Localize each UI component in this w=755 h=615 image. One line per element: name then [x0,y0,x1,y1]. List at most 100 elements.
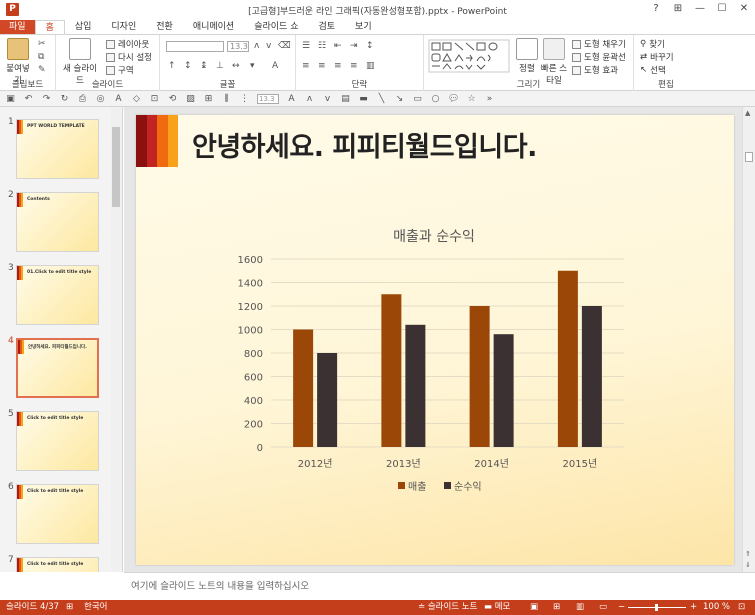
italic-icon[interactable]: ↕ [184,61,192,71]
zoom-slider-thumb[interactable] [655,604,658,611]
align-icon[interactable]: ⫼ [221,94,232,104]
next-slide-icon[interactable]: ⇓ [745,561,751,569]
layout-button[interactable]: 레이아웃 [106,38,149,50]
slide-thumbnail-3[interactable]: 01.Click to edit title style [16,265,99,325]
slide-scrollbar[interactable]: ▲ ⇑ ⇓ [742,107,755,572]
print-icon[interactable]: ⎙ [77,94,88,104]
copy-icon[interactable]: ⧉ [38,52,44,62]
fill-icon[interactable]: ▤ [340,94,351,104]
shrink-font-icon[interactable]: v [266,41,271,51]
shape-fill-button[interactable]: 도형 채우기 [572,38,626,50]
maximize-button[interactable]: ☐ [715,2,729,16]
align-center-icon[interactable]: ≡ [318,61,326,71]
columns-icon[interactable]: ▥ [366,61,375,71]
close-button[interactable]: ✕ [737,2,751,16]
notes-pane[interactable]: 여기에 슬라이드 노트의 내용을 입력하십시오 [124,572,755,600]
slide-thumbnail-5[interactable]: Click to edit title style [16,411,99,471]
comments-button[interactable]: ▬ 메모 [484,600,510,615]
bullets-icon[interactable]: ☰ [302,41,310,51]
text-box-icon[interactable]: A [113,94,124,104]
undo-icon[interactable]: ↶ [23,94,34,104]
justify-icon[interactable]: ≡ [350,61,358,71]
minimize-button[interactable]: — [693,2,707,16]
table-icon[interactable]: ⊞ [203,94,214,104]
language-indicator[interactable]: 한국어 [84,600,107,615]
font-size-combo[interactable]: 13.3 [227,41,249,52]
bar-chart[interactable]: 매출과 순수익 0 200 400 600 800 1000 1200 1400 1600 2012… [136,195,734,565]
tab-design[interactable]: 디자인 [101,20,146,34]
indent-icon[interactable]: ⇤ [334,41,342,51]
font-color-icon[interactable]: A [272,61,278,71]
align-left-icon[interactable]: ≡ [302,61,310,71]
character-spacing-icon[interactable]: ↔ [232,61,240,71]
shape-icon[interactable]: ◇ [131,94,142,104]
repeat-icon[interactable]: ↻ [59,94,70,104]
slide-title[interactable]: 안녕하세요. 피피티월드입니다. [192,125,537,164]
reading-view-icon[interactable]: ▥ [576,600,584,615]
callout-icon[interactable]: 💬︎ [448,94,459,104]
slide-thumbnail-6[interactable]: Click to edit title style [16,484,99,544]
arrange-button[interactable]: 정렬 [514,38,540,74]
distribute-icon[interactable]: ⋮ [239,94,250,104]
scroll-up-icon[interactable]: ▲ [745,109,750,117]
rotate-icon[interactable]: ⟲ [167,94,178,104]
tab-insert[interactable]: 삽입 [65,20,102,34]
tab-transitions[interactable]: 전환 [146,20,183,34]
fit-slide-icon[interactable]: ⊡ [738,600,745,615]
slide-thumbnail-7[interactable]: Click to edit title style [16,557,99,572]
rectangle-icon[interactable]: ▭ [412,94,423,104]
more-icon[interactable]: » [484,94,495,104]
line-icon[interactable]: ╲ [376,94,387,104]
group-icon[interactable]: ⊡ [149,94,160,104]
shape-effects-button[interactable]: 도형 효과 [572,64,618,76]
panel-scrollbar[interactable] [111,107,121,572]
reset-button[interactable]: 다시 설정 [106,51,152,63]
star-icon[interactable]: ☆ [466,94,477,104]
grow-font-icon-2[interactable]: ʌ [304,94,315,104]
tab-view[interactable]: 보기 [345,20,382,34]
select-button[interactable]: ↖ 선택 [640,64,666,76]
prev-slide-icon[interactable]: ⇑ [745,550,751,558]
redo-icon[interactable]: ↷ [41,94,52,104]
underline-icon[interactable]: ↨ [200,61,208,71]
tab-slideshow[interactable]: 슬라이드 쇼 [244,20,308,34]
font-color-icon-2[interactable]: A [286,94,297,104]
slideshow-icon[interactable]: ▭ [599,600,607,615]
tab-home[interactable]: 홈 [34,20,65,34]
font-size-combo-2[interactable]: 13.3 [257,93,279,104]
spellcheck-icon[interactable]: ⊞ [66,600,73,615]
ribbon-display-button[interactable]: ⊞ [671,2,685,16]
ellipse-icon[interactable]: ○ [430,94,441,104]
find-button[interactable]: ⚲ 찾기 [640,38,665,50]
shape-outline-button[interactable]: 도형 윤곽선 [572,51,626,63]
slide-thumbnail-1[interactable]: PPT WORLD TEMPLATE [16,119,99,179]
normal-view-icon[interactable]: ▣ [530,600,538,615]
current-slide[interactable]: 안녕하세요. 피피티월드입니다. 매출과 순수익 0 200 400 600 800 100… [136,115,734,565]
scroll-handle[interactable] [745,152,753,162]
help-button[interactable]: ? [649,2,663,16]
panel-scroll-thumb[interactable] [112,127,120,207]
align-right-icon[interactable]: ≡ [334,61,342,71]
numbering-icon[interactable]: ☷ [318,41,326,51]
save-icon[interactable]: ▣ [5,94,16,104]
zoom-in-icon[interactable]: + [690,600,697,615]
outdent-icon[interactable]: ⇥ [350,41,358,51]
slide-thumbnail-4[interactable]: 안녕하세요. 피피티월드입니다. [16,338,99,398]
clear-format-icon[interactable]: ⌫ [278,41,291,51]
zoom-out-icon[interactable]: − [618,600,625,615]
notes-button[interactable]: ≐ 슬라이드 노트 [418,600,477,615]
arrow-icon[interactable]: ↘ [394,94,405,104]
shrink-font-icon-2[interactable]: v [322,94,333,104]
picture-icon[interactable]: ▨ [185,94,196,104]
replace-button[interactable]: ⇄ 바꾸기 [640,51,674,63]
font-name-combo[interactable] [166,41,224,52]
cut-icon[interactable]: ✂ [38,39,46,49]
change-case-icon[interactable]: ▾ [250,61,255,71]
tab-file[interactable]: 파일 [0,20,35,34]
slide-thumbnail-2[interactable]: Contents [16,192,99,252]
line-color-icon[interactable]: ▬ [358,94,369,104]
tab-animations[interactable]: 애니메이션 [183,20,244,34]
slide-sorter-icon[interactable]: ⊞ [553,600,560,615]
bold-icon[interactable]: ↑ [168,61,176,71]
shapes-gallery[interactable] [428,39,510,73]
